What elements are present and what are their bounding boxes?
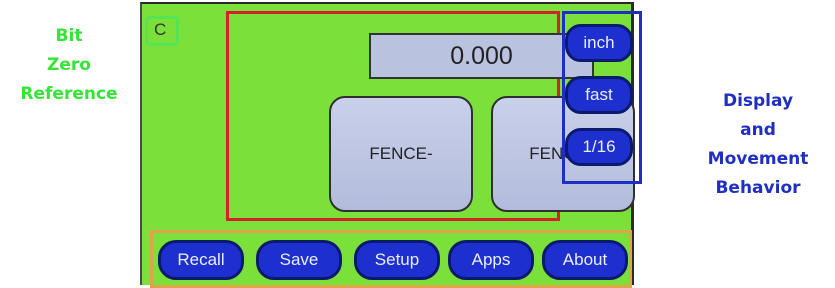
callout-line: Bit (55, 26, 83, 46)
callout-line: Zero (47, 55, 91, 75)
display-movement-behavior-callout: Display and Movement Behavior (688, 87, 828, 203)
fence-controls-highlight: 0.000 FENCE- FENCE+ (226, 11, 635, 221)
setup-button[interactable]: Setup (354, 240, 440, 280)
bit-zero-button[interactable]: C (154, 20, 166, 40)
callout-line: Reference (20, 84, 118, 104)
bit-zero-reference-callout: Bit Zero Reference (0, 22, 138, 109)
about-button[interactable]: About (542, 240, 628, 280)
position-readout: 0.000 (369, 33, 594, 79)
fence-minus-button[interactable]: FENCE- (329, 96, 473, 212)
callout-line: Display (722, 91, 794, 111)
units-button[interactable]: inch (565, 24, 633, 62)
save-button[interactable]: Save (256, 240, 342, 280)
callout-line: and (740, 120, 776, 140)
speed-button[interactable]: fast (565, 76, 633, 114)
apps-button[interactable]: Apps (448, 240, 534, 280)
fraction-button[interactable]: 1/16 (565, 128, 633, 166)
callout-line: Behavior (715, 178, 801, 198)
touchscreen: C 0.000 FENCE- FENCE+ inch fast 1/16 Rec… (140, 2, 642, 288)
recall-button[interactable]: Recall (158, 240, 244, 280)
callout-line: Movement (707, 149, 809, 169)
